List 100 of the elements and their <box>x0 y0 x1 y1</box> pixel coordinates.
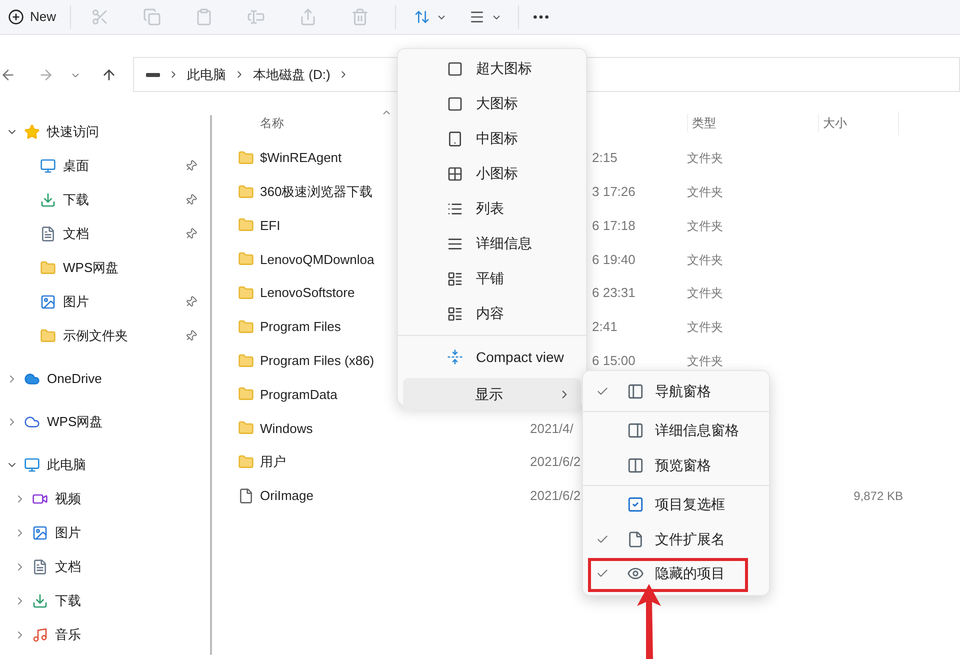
column-header[interactable]: 大小 <box>818 114 898 132</box>
folder-icon <box>238 285 254 302</box>
sidebar-item[interactable]: 桌面 <box>63 156 89 176</box>
folder-icon <box>238 454 254 470</box>
document-icon <box>32 559 48 575</box>
picture-icon <box>40 294 56 310</box>
list-icon <box>447 200 463 216</box>
forward-icon[interactable] <box>38 67 54 83</box>
date-cell: 6 23:31 <box>592 285 636 300</box>
file-icon <box>627 530 644 548</box>
tiles-icon <box>447 270 463 286</box>
date-cell: 2021/6/2 <box>530 488 581 504</box>
drive-icon <box>146 72 160 76</box>
panel-icon <box>627 382 644 400</box>
star-icon <box>24 124 40 140</box>
folder-icon <box>238 420 254 436</box>
menu-item[interactable]: 小图标 <box>403 156 581 191</box>
type-cell: 文件夹 <box>687 320 723 334</box>
folder-icon <box>238 352 254 369</box>
menu-item[interactable]: 超大图标 <box>403 51 581 86</box>
breadcrumb[interactable]: 本地磁盘 (D:) <box>253 64 330 84</box>
desktop-icon <box>40 158 56 174</box>
menu-item[interactable]: 大图标 <box>403 86 581 121</box>
sidebar-item[interactable]: 示例文件夹 <box>63 326 128 346</box>
date-cell: 2021/6/2 <box>530 454 581 470</box>
folder-icon <box>40 260 56 276</box>
column-header[interactable]: 类型 <box>687 114 818 132</box>
compact-icon <box>447 349 463 365</box>
file-name[interactable]: 用户 <box>260 452 530 472</box>
sidebar-item[interactable]: 图片 <box>63 292 89 312</box>
folder-icon <box>238 386 254 402</box>
size-cell-text: 9,872 KB <box>854 488 903 505</box>
cloud-icon <box>24 414 40 430</box>
document-icon <box>40 226 56 242</box>
file-name[interactable]: OriImage <box>260 486 530 506</box>
menu-item[interactable]: 隐藏的项目 <box>583 556 769 591</box>
date-cell: 2:15 <box>592 150 618 166</box>
download-icon <box>32 593 48 609</box>
file-icon <box>238 488 254 504</box>
menu-item[interactable]: 导航窗格 <box>583 374 769 408</box>
square-icon <box>447 60 463 76</box>
folder-icon <box>238 318 254 335</box>
menu-item[interactable]: Compact view <box>403 340 581 374</box>
sidebar-item[interactable]: WPS网盘 <box>63 258 119 278</box>
content-icon <box>447 306 463 322</box>
sidebar-item[interactable]: 下载 <box>63 190 89 210</box>
menu-item[interactable]: 详细信息 <box>403 226 581 261</box>
date-cell: 2021/4/ <box>530 420 574 436</box>
music-icon <box>32 627 48 643</box>
menu-item[interactable]: 平铺 <box>403 261 581 296</box>
folder-icon <box>40 328 56 344</box>
folder-icon <box>238 217 254 234</box>
scrollbar[interactable] <box>210 115 212 655</box>
folder-icon <box>238 184 254 200</box>
menu-item[interactable]: 列表 <box>403 191 581 226</box>
cloud-icon <box>24 371 40 387</box>
sidebar-item[interactable]: 下载 <box>55 591 81 611</box>
menu-item[interactable]: 文件扩展名 <box>583 522 769 556</box>
sidebar-item[interactable]: 音乐 <box>55 625 81 645</box>
type-cell: 文件夹 <box>687 151 723 166</box>
breadcrumb[interactable]: 此电脑 <box>187 64 226 84</box>
sidebar-item[interactable]: 此电脑 <box>47 455 86 475</box>
picture-icon <box>32 525 48 541</box>
sidebar-item[interactable]: 图片 <box>55 523 81 543</box>
folder-icon <box>238 150 254 166</box>
sidebar-item[interactable]: 视频 <box>55 489 81 509</box>
column-header[interactable]: 名称 <box>260 114 360 132</box>
panel-icon <box>627 456 644 474</box>
date-cell: 6 15:00 <box>592 352 636 368</box>
date-cell: 3 17:26 <box>592 184 636 199</box>
new-button[interactable]: New <box>0 2 70 32</box>
sidebar-item[interactable]: OneDrive <box>47 369 102 389</box>
plus-icon <box>8 9 24 25</box>
computer-icon <box>24 457 40 473</box>
panel-icon <box>627 422 644 440</box>
menu-item[interactable]: 详细信息窗格 <box>583 414 769 448</box>
type-cell: 文件夹 <box>687 184 723 199</box>
date-cell: 6 17:18 <box>592 218 636 233</box>
sort-icon <box>414 9 430 25</box>
download-icon <box>40 192 56 208</box>
grid-icon <box>447 166 463 182</box>
up-icon[interactable] <box>101 67 117 83</box>
type-cell: 文件夹 <box>687 252 723 267</box>
square-icon <box>447 96 463 112</box>
sidebar-item[interactable]: WPS网盘 <box>47 412 103 432</box>
menu-item[interactable]: 内容 <box>403 296 581 331</box>
sidebar-item[interactable]: 快速访问 <box>47 122 99 142</box>
date-cell: 6 19:40 <box>592 252 636 267</box>
menu-item[interactable]: 中图标 <box>403 121 581 156</box>
type-cell: 文件夹 <box>687 354 723 368</box>
menu-item[interactable]: 显示 <box>403 378 581 410</box>
folder-icon <box>238 251 254 268</box>
back-icon[interactable] <box>0 67 16 83</box>
type-cell: 文件夹 <box>687 286 723 300</box>
type-cell: 文件夹 <box>687 218 723 233</box>
file-name[interactable]: Windows <box>260 418 530 438</box>
menu-item[interactable]: 项目复选框 <box>583 488 769 522</box>
sidebar-item[interactable]: 文档 <box>63 224 89 244</box>
menu-item[interactable]: 预览窗格 <box>583 448 769 482</box>
sidebar-item[interactable]: 文档 <box>55 557 81 577</box>
